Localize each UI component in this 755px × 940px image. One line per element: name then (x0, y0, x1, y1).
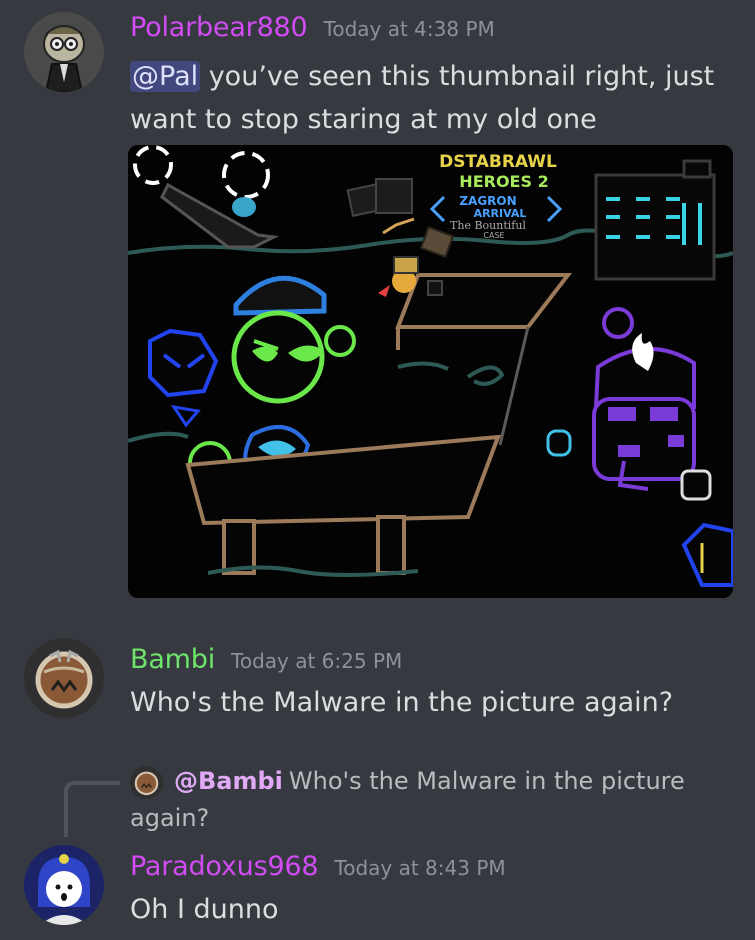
robot-avatar-icon (24, 638, 104, 718)
robot-avatar-icon (24, 12, 104, 92)
message-header: Polarbear880 Today at 4:38 PM (130, 12, 495, 43)
reply-preview[interactable]: @Bambi Who's the Malware in the picture a… (130, 763, 700, 837)
message-header: Paradoxus968 Today at 8:43 PM (130, 851, 506, 882)
timestamp: Today at 6:25 PM (231, 649, 403, 673)
timestamp: Today at 4:38 PM (323, 17, 495, 41)
message-header: Bambi Today at 6:25 PM (130, 644, 402, 675)
thumbnail-title-line: HEROES 2 (459, 172, 548, 191)
thumbnail-title-line: ZAGRON (459, 194, 516, 208)
thumbnail-title-line: DSTABRAWL (439, 152, 557, 172)
user-mention[interactable]: @Pal (130, 61, 201, 92)
message-text: Oh I dunno (130, 894, 279, 925)
reply-mention[interactable]: @Bambi (174, 767, 283, 795)
username[interactable]: Bambi (130, 644, 215, 675)
message-text: you’ve seen this thumbnail right, just w… (130, 61, 715, 135)
avatar-bambi[interactable] (24, 638, 104, 718)
message-text: Who's the Malware in the picture again? (130, 687, 674, 718)
message-content: Who's the Malware in the picture again? (130, 681, 730, 724)
image-attachment[interactable]: DSTABRAWL HEROES 2 ZAGRON ARRIVAL The Bo… (128, 145, 733, 598)
avatar-polarbear[interactable] (24, 12, 104, 92)
timestamp: Today at 8:43 PM (334, 856, 506, 880)
ghost-avatar-icon (24, 845, 104, 925)
message-content: Oh I dunno (130, 888, 730, 931)
thumbnail-drawing: DSTABRAWL HEROES 2 ZAGRON ARRIVAL The Bo… (128, 145, 733, 598)
username[interactable]: Polarbear880 (130, 12, 308, 43)
avatar-paradoxus[interactable] (24, 845, 104, 925)
username[interactable]: Paradoxus968 (130, 851, 319, 882)
message-content: @Pal you’ve seen this thumbnail right, j… (130, 55, 730, 141)
reply-connector (64, 781, 120, 837)
thumbnail-title-line: CASE (483, 231, 504, 240)
